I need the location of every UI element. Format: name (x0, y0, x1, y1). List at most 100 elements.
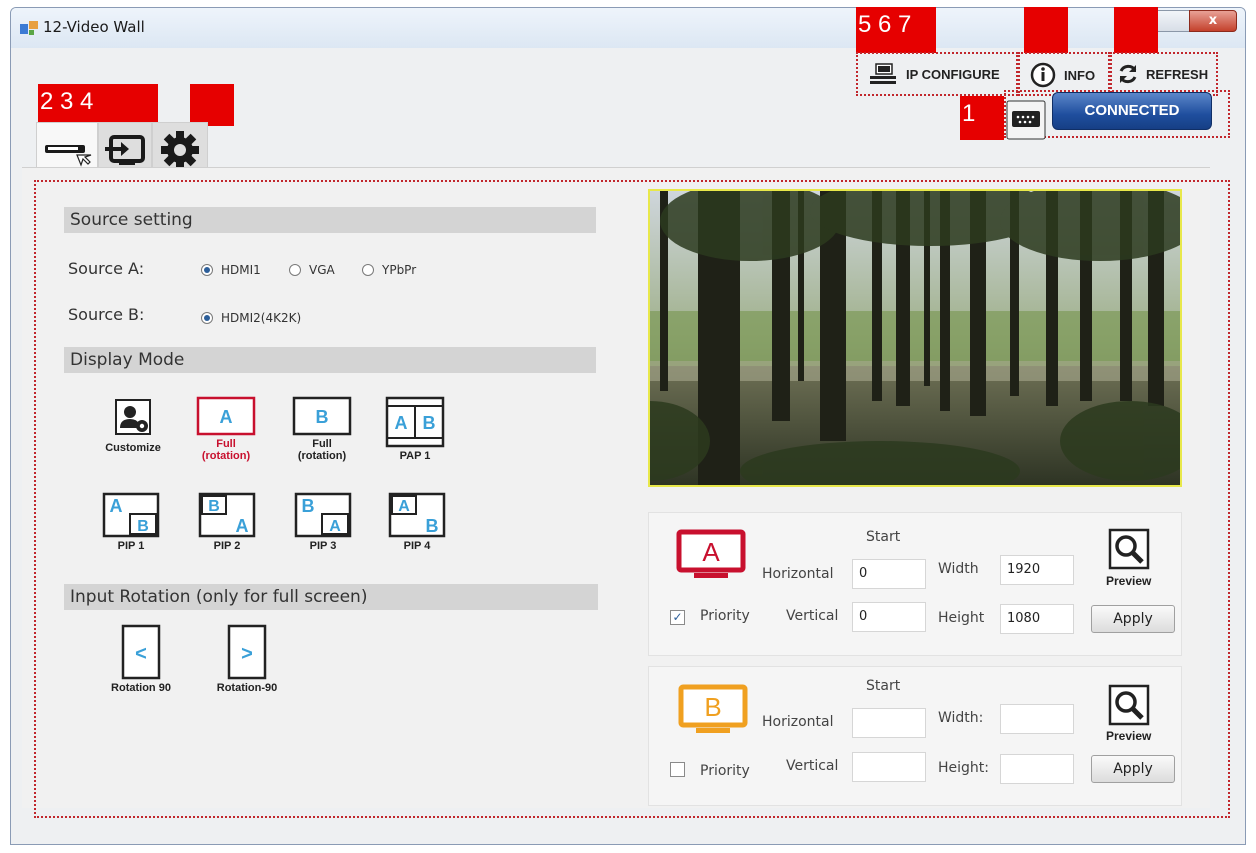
source-b-horizontal-input[interactable] (852, 708, 926, 738)
source-b-preview-label: Preview (1106, 729, 1152, 743)
radio-hdmi1-label: HDMI1 (221, 263, 261, 277)
refresh-label: REFRESH (1146, 66, 1209, 82)
source-b-preview-icon[interactable] (1108, 684, 1150, 726)
source-a-vertical-label: Vertical (786, 608, 839, 624)
rotation-90-icon: < (121, 624, 161, 680)
connected-button[interactable]: CONNECTED (1052, 92, 1212, 130)
radio-hdmi2-label: HDMI2(4K2K) (221, 311, 302, 325)
pip2-letter-a: A (236, 516, 249, 536)
full-b-letter: B (316, 407, 329, 427)
pip1-letter-b: B (137, 518, 149, 535)
source-b-vertical-input[interactable] (852, 752, 926, 782)
radio-hdmi2[interactable]: HDMI2(4K2K) (201, 311, 301, 325)
mode-pip2-label: PIP 2 (213, 540, 241, 552)
rotation-minus90-label: Rotation-90 (216, 682, 278, 694)
mode-full-b-label2: (rotation) (297, 450, 347, 462)
rotation-90-glyph: < (135, 643, 147, 665)
pip4-letter-a: A (398, 498, 410, 515)
serial-port-icon[interactable] (1006, 100, 1046, 140)
remote-icon (45, 145, 92, 167)
pip3-letter-b: B (302, 496, 315, 516)
pip3-letter-a: A (329, 518, 341, 535)
pap1-icon: AB (385, 396, 445, 448)
display-mode-header: Display Mode (64, 347, 596, 373)
info-button[interactable]: INFO (1030, 62, 1095, 88)
rotation-minus90-icon: > (227, 624, 267, 680)
full-a-icon: A (196, 396, 256, 436)
mode-pap1[interactable]: AB PAP 1 (382, 396, 448, 462)
source-a-horizontal-input[interactable]: 0 (852, 559, 926, 589)
mode-pip3-label: PIP 3 (309, 540, 337, 552)
pip4-letter-b: B (426, 516, 439, 536)
full-b-icon: B (292, 396, 352, 436)
source-a-width-input[interactable]: 1920 (1000, 555, 1074, 585)
video-preview-image (648, 189, 1182, 487)
rotation-90-label: Rotation 90 (111, 682, 171, 694)
mode-pip2[interactable]: BA PIP 2 (196, 492, 258, 552)
source-a-priority-label: Priority (700, 608, 750, 624)
maximize-button[interactable] (1154, 10, 1190, 32)
radio-ypbpr[interactable]: YPbPr (362, 263, 416, 277)
pip1-icon: AB (102, 492, 160, 538)
ip-configure-label: IP CONFIGURE (906, 66, 1000, 82)
mode-pap1-label: PAP 1 (399, 450, 431, 462)
mode-customize-label: Customize (105, 442, 161, 454)
rotation-minus90-glyph: > (241, 643, 253, 665)
pip4-icon: AB (388, 492, 446, 538)
gear-icon (161, 131, 199, 169)
source-b-priority-label: Priority (700, 763, 750, 779)
pip1-letter-a: A (110, 496, 123, 516)
source-a-height-input[interactable]: 1080 (1000, 604, 1074, 634)
full-a-letter: A (220, 407, 233, 427)
source-a-apply-button[interactable]: Apply (1091, 605, 1175, 633)
close-button[interactable]: x (1189, 10, 1237, 32)
source-b-apply-button[interactable]: Apply (1091, 755, 1175, 783)
source-b-width-label: Width: (938, 710, 984, 726)
radio-ypbpr-label: YPbPr (382, 263, 417, 277)
source-a-horizontal-label: Horizontal (762, 566, 834, 582)
source-a-vertical-input[interactable]: 0 (852, 602, 926, 632)
mode-full-b-label1: Full (312, 438, 332, 450)
mode-customize[interactable]: Customize (92, 396, 174, 454)
mode-full-a-label2: (rotation) (201, 450, 251, 462)
mode-full-b[interactable]: B Full (rotation) (284, 396, 360, 462)
source-a-preview-icon[interactable] (1108, 528, 1150, 570)
app-icon (20, 21, 38, 35)
source-b-height-input[interactable] (1000, 754, 1074, 784)
radio-vga-label: VGA (309, 263, 335, 277)
mode-pip1-label: PIP 1 (117, 540, 145, 552)
ip-configure-button[interactable]: IP CONFIGURE (868, 62, 1000, 86)
radio-vga[interactable]: VGA (289, 263, 335, 277)
info-icon (1030, 62, 1056, 88)
rotation-minus90-button[interactable]: > Rotation-90 (204, 624, 290, 694)
source-a-monitor-icon: A (676, 529, 746, 578)
mode-pip1[interactable]: AB PIP 1 (100, 492, 162, 552)
source-b-priority-checkbox[interactable] (670, 762, 685, 777)
source-a-priority-checkbox[interactable]: ✓ (670, 610, 685, 625)
callout-refresh (1114, 7, 1158, 53)
radio-vga-dot (289, 264, 301, 276)
source-a-start-label: Start (866, 529, 901, 545)
mode-pip4[interactable]: AB PIP 4 (386, 492, 448, 552)
pap1-letter-b: B (423, 413, 436, 433)
rotation-90-button[interactable]: < Rotation 90 (98, 624, 184, 694)
input-icon (105, 135, 145, 165)
refresh-button[interactable]: REFRESH (1116, 62, 1208, 86)
radio-hdmi1-dot (201, 264, 213, 276)
source-b-letter: B (704, 692, 721, 722)
callout-567: 5 6 7 (856, 7, 936, 53)
mode-pip3[interactable]: BA PIP 3 (292, 492, 354, 552)
source-b-width-input[interactable] (1000, 704, 1074, 734)
pap1-letter-a: A (395, 413, 408, 433)
source-b-monitor-icon: B (678, 684, 748, 733)
source-a-letter: A (702, 537, 720, 567)
mode-full-a[interactable]: A Full (rotation) (188, 396, 264, 462)
source-a-height-label: Height (938, 610, 985, 626)
pip3-icon: BA (294, 492, 352, 538)
source-setting-header: Source setting (64, 207, 596, 233)
radio-hdmi1[interactable]: HDMI1 (201, 263, 261, 277)
network-icon (870, 63, 896, 84)
pip2-letter-b: B (208, 498, 220, 515)
source-b-label: Source B: (68, 305, 145, 324)
source-b-vertical-label: Vertical (786, 758, 839, 774)
